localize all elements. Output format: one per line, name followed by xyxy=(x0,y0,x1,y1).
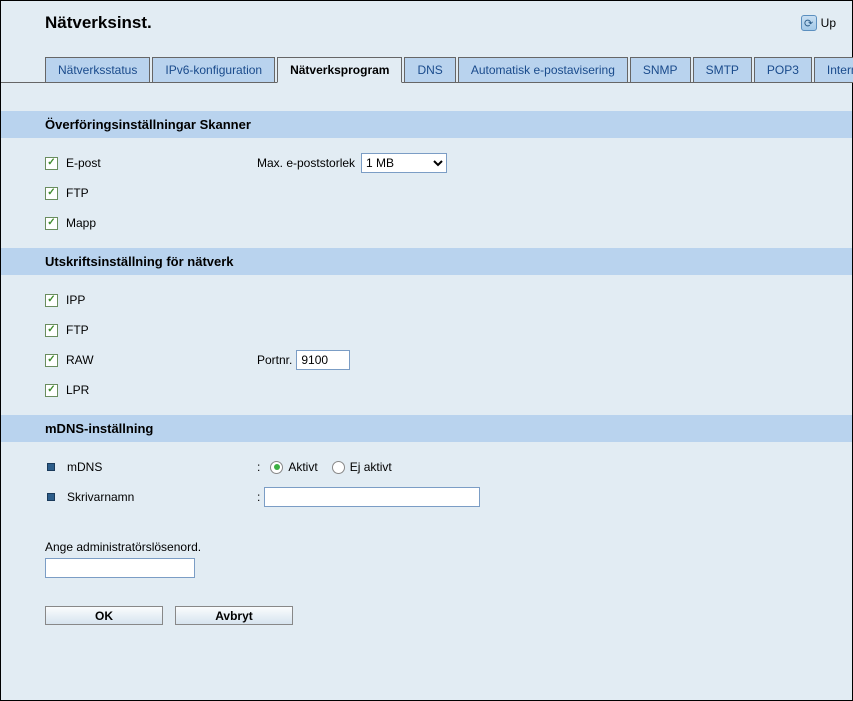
section-scanner-title: Överföringsinställningar Skanner xyxy=(1,111,852,138)
label-lpr: LPR xyxy=(66,383,89,397)
input-password[interactable] xyxy=(45,558,195,578)
label-printer-name: Skrivarnamn xyxy=(67,490,134,504)
tab-snmp[interactable]: SNMP xyxy=(630,57,691,83)
input-printer-name[interactable] xyxy=(264,487,480,507)
tab-automatisk-epost[interactable]: Automatisk e-postavisering xyxy=(458,57,628,83)
radio-inactive-wrap[interactable]: Ej aktivt xyxy=(332,460,392,474)
tab-smtp[interactable]: SMTP xyxy=(693,57,752,83)
label-ipp: IPP xyxy=(66,293,85,307)
cancel-button[interactable]: Avbryt xyxy=(175,606,293,625)
radio-inactive-label: Ej aktivt xyxy=(350,460,392,474)
label-password: Ange administratörslösenord. xyxy=(45,540,836,554)
tab-pop3[interactable]: POP3 xyxy=(754,57,812,83)
checkbox-raw[interactable]: ✓ xyxy=(45,354,58,367)
label-scan-ftp: FTP xyxy=(66,186,89,200)
bullet-icon xyxy=(47,493,55,501)
checkbox-lpr[interactable]: ✓ xyxy=(45,384,58,397)
checkbox-scan-ftp[interactable]: ✓ xyxy=(45,187,58,200)
label-mdns: mDNS xyxy=(67,460,102,474)
radio-active[interactable] xyxy=(270,461,283,474)
label-epost: E-post xyxy=(66,156,101,170)
radio-inactive[interactable] xyxy=(332,461,345,474)
page-title: Nätverksinst. xyxy=(45,13,152,33)
ok-button[interactable]: OK xyxy=(45,606,163,625)
checkbox-mapp[interactable]: ✓ xyxy=(45,217,58,230)
checkbox-print-ftp[interactable]: ✓ xyxy=(45,324,58,337)
bullet-icon xyxy=(47,463,55,471)
label-portnr: Portnr. xyxy=(257,353,292,367)
select-max-size[interactable]: 1 MB xyxy=(361,153,447,173)
radio-active-wrap[interactable]: Aktivt xyxy=(270,460,317,474)
tab-dns[interactable]: DNS xyxy=(404,57,455,83)
colon: : xyxy=(257,460,260,474)
radio-active-label: Aktivt xyxy=(288,460,317,474)
tab-ipv6-konfiguration[interactable]: IPv6-konfiguration xyxy=(152,57,275,83)
label-print-ftp: FTP xyxy=(66,323,89,337)
tab-natverksprogram[interactable]: Nätverksprogram xyxy=(277,57,402,83)
label-max-size: Max. e-poststorlek xyxy=(257,156,355,170)
tab-intern[interactable]: Intern xyxy=(814,57,853,83)
refresh-icon[interactable]: ⟳ xyxy=(801,15,817,31)
tab-bar: Nätverksstatus IPv6-konfiguration Nätver… xyxy=(1,57,852,83)
tab-natverksstatus[interactable]: Nätverksstatus xyxy=(45,57,150,83)
checkbox-ipp[interactable]: ✓ xyxy=(45,294,58,307)
checkbox-epost[interactable]: ✓ xyxy=(45,157,58,170)
label-mapp: Mapp xyxy=(66,216,96,230)
colon: : xyxy=(257,490,260,504)
section-mdns-title: mDNS-inställning xyxy=(1,415,852,442)
section-print-title: Utskriftsinställning för nätverk xyxy=(1,248,852,275)
input-port[interactable] xyxy=(296,350,350,370)
label-raw: RAW xyxy=(66,353,94,367)
refresh-label[interactable]: Up xyxy=(821,16,836,30)
